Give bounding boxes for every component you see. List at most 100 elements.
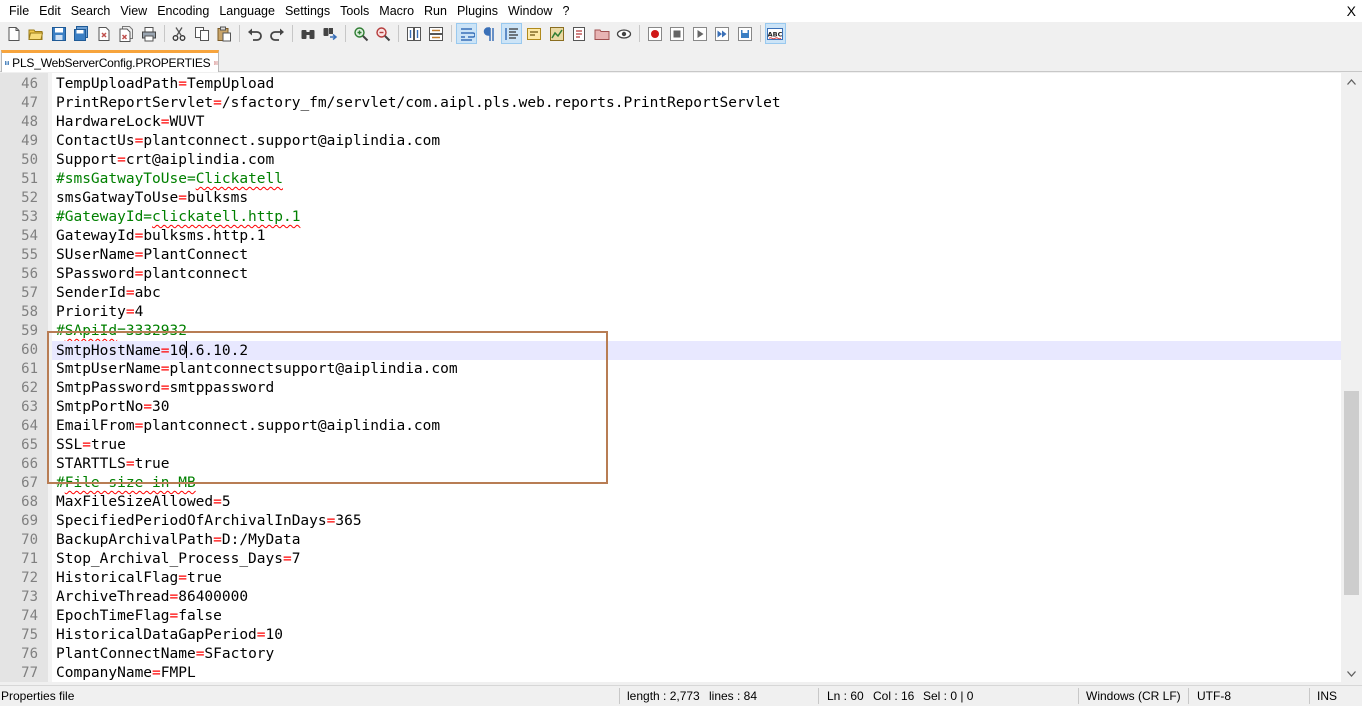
- editor-line[interactable]: 48 HardwareLock=WUVT: [0, 113, 1341, 132]
- line-content[interactable]: GatewayId=bulksms.http.1: [52, 227, 1341, 246]
- text-lines[interactable]: 46 TempUploadPath=TempUpload 47 PrintReport…: [0, 75, 1341, 682]
- line-content[interactable]: PrintReportServlet=/sfactory_fm/servlet/…: [52, 94, 1341, 113]
- line-content[interactable]: SPassword=plantconnect: [52, 265, 1341, 284]
- line-content[interactable]: STARTTLS=true: [52, 455, 1341, 474]
- spell-check-button[interactable]: ABC: [764, 23, 786, 44]
- line-content[interactable]: SSL=true: [52, 436, 1341, 455]
- replace-button[interactable]: [320, 23, 341, 44]
- editor-line[interactable]: 57 SenderId=abc: [0, 284, 1341, 303]
- stop-macro-button[interactable]: [667, 23, 688, 44]
- print-button[interactable]: [138, 23, 159, 44]
- line-content[interactable]: HardwareLock=WUVT: [52, 113, 1341, 132]
- menu-encoding[interactable]: Encoding: [152, 0, 214, 22]
- editor-line[interactable]: 58 Priority=4: [0, 303, 1341, 322]
- editor-line[interactable]: 66 STARTTLS=true: [0, 455, 1341, 474]
- line-content[interactable]: Support=crt@aiplindia.com: [52, 151, 1341, 170]
- editor-line[interactable]: 71 Stop_Archival_Process_Days=7: [0, 550, 1341, 569]
- save-button[interactable]: [48, 23, 69, 44]
- menu-search[interactable]: Search: [66, 0, 116, 22]
- scrollbar-thumb[interactable]: [1344, 391, 1359, 595]
- line-content[interactable]: EpochTimeFlag=false: [52, 607, 1341, 626]
- editor-line[interactable]: 46 TempUploadPath=TempUpload: [0, 75, 1341, 94]
- line-content[interactable]: BackupArchivalPath=D:/MyData: [52, 531, 1341, 550]
- menu-view[interactable]: View: [115, 0, 152, 22]
- scroll-down-arrow-icon[interactable]: [1341, 665, 1362, 682]
- editor-line[interactable]: 64 EmailFrom=plantconnect.support@aiplind…: [0, 417, 1341, 436]
- editor-line[interactable]: 69 SpecifiedPeriodOfArchivalInDays=365: [0, 512, 1341, 531]
- line-content[interactable]: #File size in MB: [52, 474, 1341, 493]
- status-encoding[interactable]: UTF-8: [1197, 686, 1231, 706]
- cut-button[interactable]: [169, 23, 190, 44]
- menu-tools[interactable]: Tools: [335, 0, 374, 22]
- status-eol[interactable]: Windows (CR LF): [1086, 686, 1181, 706]
- editor-area[interactable]: 46 TempUploadPath=TempUpload 47 PrintReport…: [0, 73, 1362, 682]
- line-content[interactable]: SmtpPortNo=30: [52, 398, 1341, 417]
- menu-language[interactable]: Language: [214, 0, 280, 22]
- line-content[interactable]: SmtpUserName=plantconnectsupport@aiplind…: [52, 360, 1341, 379]
- editor-line[interactable]: 68 MaxFileSizeAllowed=5: [0, 493, 1341, 512]
- menu-run[interactable]: Run: [419, 0, 452, 22]
- editor-line[interactable]: 51 #smsGatwayToUse=Clickatell: [0, 170, 1341, 189]
- line-content[interactable]: Stop_Archival_Process_Days=7: [52, 550, 1341, 569]
- editor-line[interactable]: 74 EpochTimeFlag=false: [0, 607, 1341, 626]
- indent-guide-button[interactable]: [501, 23, 522, 44]
- sync-horizontal-button[interactable]: [426, 23, 447, 44]
- line-content[interactable]: smsGatwayToUse=bulksms: [52, 189, 1341, 208]
- line-content[interactable]: PlantConnectName=SFactory: [52, 645, 1341, 664]
- line-content[interactable]: Priority=4: [52, 303, 1341, 322]
- editor-line[interactable]: 50 Support=crt@aiplindia.com: [0, 151, 1341, 170]
- folder-workspace-button[interactable]: [591, 23, 612, 44]
- editor-line[interactable]: 55 SUserName=PlantConnect: [0, 246, 1341, 265]
- open-file-button[interactable]: [26, 23, 47, 44]
- editor-line[interactable]: 61 SmtpUserName=plantconnectsupport@aipli…: [0, 360, 1341, 379]
- editor-line[interactable]: 62 SmtpPassword=smtppassword: [0, 379, 1341, 398]
- editor-line[interactable]: 73 ArchiveThread=86400000: [0, 588, 1341, 607]
- menu-window[interactable]: Window: [503, 0, 557, 22]
- line-content[interactable]: MaxFileSizeAllowed=5: [52, 493, 1341, 512]
- menu-help[interactable]: ?: [557, 0, 574, 22]
- editor-line[interactable]: 53 #GatewayId=clickatell.http.1: [0, 208, 1341, 227]
- line-content[interactable]: SpecifiedPeriodOfArchivalInDays=365: [52, 512, 1341, 531]
- zoom-out-button[interactable]: [373, 23, 394, 44]
- save-macro-button[interactable]: [734, 23, 755, 44]
- menu-edit[interactable]: Edit: [34, 0, 66, 22]
- doc-map-button[interactable]: [546, 23, 567, 44]
- menu-plugins[interactable]: Plugins: [452, 0, 503, 22]
- line-content[interactable]: #GatewayId=clickatell.http.1: [52, 208, 1341, 227]
- play-macro-button[interactable]: [689, 23, 710, 44]
- vertical-scrollbar[interactable]: [1341, 73, 1362, 682]
- editor-line[interactable]: 67 #File size in MB: [0, 474, 1341, 493]
- editor-line[interactable]: 54 GatewayId=bulksms.http.1: [0, 227, 1341, 246]
- menu-macro[interactable]: Macro: [374, 0, 419, 22]
- redo-button[interactable]: [267, 23, 288, 44]
- scroll-up-arrow-icon[interactable]: [1341, 73, 1362, 90]
- line-content[interactable]: TempUploadPath=TempUpload: [52, 75, 1341, 94]
- line-content[interactable]: SmtpPassword=smtppassword: [52, 379, 1341, 398]
- line-content[interactable]: SUserName=PlantConnect: [52, 246, 1341, 265]
- line-content[interactable]: ContactUs=plantconnect.support@aiplindia…: [52, 132, 1341, 151]
- function-list-button[interactable]: [569, 23, 590, 44]
- close-all-button[interactable]: [116, 23, 137, 44]
- show-all-chars-button[interactable]: [479, 23, 500, 44]
- close-button[interactable]: [93, 23, 114, 44]
- line-content[interactable]: EmailFrom=plantconnect.support@aiplindia…: [52, 417, 1341, 436]
- status-insert-mode[interactable]: INS: [1317, 686, 1337, 706]
- editor-line[interactable]: 72 HistoricalFlag=true: [0, 569, 1341, 588]
- editor-line[interactable]: 70 BackupArchivalPath=D:/MyData: [0, 531, 1341, 550]
- tab-close-icon[interactable]: [214, 57, 218, 69]
- line-content[interactable]: SenderId=abc: [52, 284, 1341, 303]
- undo-button[interactable]: [244, 23, 265, 44]
- close-document-button[interactable]: X: [1347, 0, 1356, 22]
- line-content[interactable]: HistoricalFlag=true: [52, 569, 1341, 588]
- line-content[interactable]: CompanyName=FMPL: [52, 664, 1341, 682]
- line-content[interactable]: SmtpHostName=10.6.10.2: [52, 341, 1341, 360]
- user-language-button[interactable]: [524, 23, 545, 44]
- editor-line[interactable]: 59 #SApiId=3332932: [0, 322, 1341, 341]
- copy-button[interactable]: [191, 23, 212, 44]
- editor-line[interactable]: 76 PlantConnectName=SFactory: [0, 645, 1341, 664]
- find-button[interactable]: [297, 23, 318, 44]
- monitor-button[interactable]: [614, 23, 635, 44]
- editor-line[interactable]: 56 SPassword=plantconnect: [0, 265, 1341, 284]
- editor-line[interactable]: 75 HistoricalDataGapPeriod=10: [0, 626, 1341, 645]
- editor-line[interactable]: 65 SSL=true: [0, 436, 1341, 455]
